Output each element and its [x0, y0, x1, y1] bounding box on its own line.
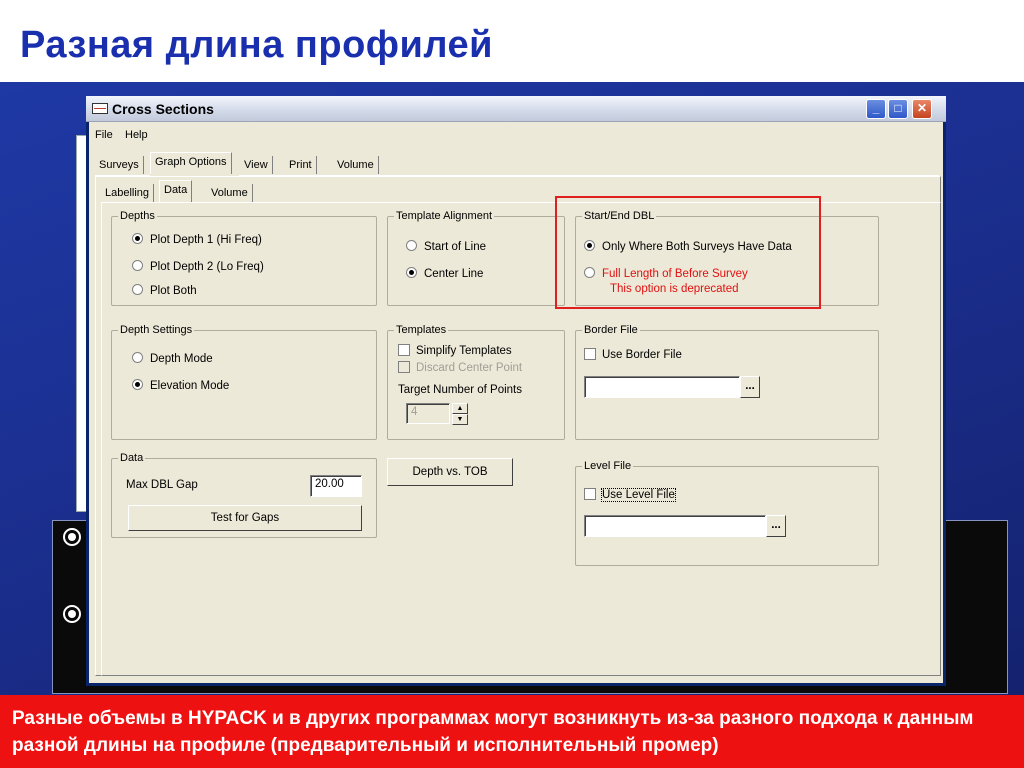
- menu-help[interactable]: Help: [125, 129, 148, 141]
- template-alignment-label: Template Alignment: [394, 210, 494, 222]
- radio-plot-depth-2[interactable]: Plot Depth 2 (Lo Freq): [132, 260, 264, 273]
- target-points-label: Target Number of Points: [398, 384, 523, 396]
- template-alignment-group: Template Alignment Start of Line Center …: [387, 210, 565, 306]
- close-button[interactable]: ✕: [912, 99, 932, 119]
- radio-plot-depth-1[interactable]: Plot Depth 1 (Hi Freq): [132, 233, 262, 246]
- use-border-file-checkbox[interactable]: Use Border File: [584, 348, 682, 361]
- minimize-button[interactable]: _: [866, 99, 886, 119]
- spin-up-button[interactable]: ▲: [452, 403, 468, 414]
- menu-bar: File Help: [89, 126, 943, 144]
- radio-selected-icon: [132, 233, 143, 244]
- menu-file[interactable]: File: [95, 129, 113, 141]
- depths-group: Depths Plot Depth 1 (Hi Freq) Plot Depth…: [111, 210, 377, 306]
- depths-group-label: Depths: [118, 210, 157, 222]
- bullet-icon: [63, 528, 81, 546]
- border-file-browse-button[interactable]: ...: [740, 376, 760, 398]
- subtab-data[interactable]: Data: [159, 180, 193, 202]
- slide-title: Разная длина профилей: [20, 24, 494, 66]
- checkbox-icon: [584, 488, 596, 500]
- checkbox-icon: [398, 344, 410, 356]
- radio-center-line[interactable]: Center Line: [406, 267, 483, 280]
- spin-down-button[interactable]: ▼: [452, 414, 468, 425]
- checkbox-icon: [584, 348, 596, 360]
- tab-print[interactable]: Print: [285, 156, 317, 174]
- depth-settings-label: Depth Settings: [118, 324, 195, 336]
- use-level-file-checkbox[interactable]: Use Level File: [584, 488, 676, 502]
- highlight-annotation: [555, 196, 821, 309]
- checkbox-icon: [398, 361, 410, 373]
- templates-group: Templates Simplify Templates Discard Cen…: [387, 324, 565, 440]
- border-file-path-input[interactable]: [584, 376, 740, 398]
- tab-surveys[interactable]: Surveys: [95, 156, 144, 174]
- data-group: Data Max DBL Gap 20.00 Test for Gaps: [111, 452, 377, 538]
- tab-volume[interactable]: Volume: [333, 156, 379, 174]
- radio-icon: [132, 260, 143, 271]
- data-group-label: Data: [118, 452, 146, 464]
- radio-depth-mode[interactable]: Depth Mode: [132, 352, 213, 365]
- radio-elevation-mode[interactable]: Elevation Mode: [132, 379, 229, 392]
- level-file-group: Level File Use Level File ...: [575, 460, 879, 566]
- tab-graph-options[interactable]: Graph Options: [150, 152, 232, 174]
- radio-icon: [132, 352, 143, 363]
- target-points-input[interactable]: 4: [406, 403, 450, 424]
- window-titlebar[interactable]: Cross Sections _ □ ✕: [86, 96, 946, 122]
- radio-icon: [406, 240, 417, 251]
- max-dbl-gap-input[interactable]: 20.00: [310, 475, 362, 497]
- subtab-volume[interactable]: Volume: [207, 184, 253, 202]
- radio-plot-both[interactable]: Plot Both: [132, 284, 197, 297]
- depth-settings-group: Depth Settings Depth Mode Elevation Mode: [111, 324, 377, 440]
- radio-icon: [132, 284, 143, 295]
- test-for-gaps-button[interactable]: Test for Gaps: [128, 505, 362, 531]
- border-file-label: Border File: [582, 324, 640, 336]
- radio-selected-icon: [132, 379, 143, 390]
- radio-selected-icon: [406, 267, 417, 278]
- discard-center-point-checkbox[interactable]: Discard Center Point: [398, 361, 522, 374]
- level-file-browse-button[interactable]: ...: [766, 515, 786, 537]
- slide-footer-text: Разные объемы в HYPACK и в других програ…: [0, 695, 1024, 768]
- max-dbl-gap-label: Max DBL Gap: [126, 479, 198, 491]
- window-title: Cross Sections: [112, 101, 214, 117]
- level-file-path-input[interactable]: [584, 515, 766, 537]
- subtab-labelling[interactable]: Labelling: [101, 184, 155, 202]
- simplify-templates-checkbox[interactable]: Simplify Templates: [398, 344, 512, 357]
- templates-label: Templates: [394, 324, 449, 336]
- border-file-group: Border File Use Border File ...: [575, 324, 879, 440]
- app-icon: [92, 103, 108, 114]
- level-file-label: Level File: [582, 460, 634, 472]
- depth-vs-tob-button[interactable]: Depth vs. TOB: [387, 458, 513, 486]
- cross-sections-window: Cross Sections _ □ ✕ File Help Surveys G…: [86, 96, 946, 686]
- radio-start-of-line[interactable]: Start of Line: [406, 240, 486, 253]
- tab-view[interactable]: View: [240, 156, 273, 174]
- maximize-button[interactable]: □: [888, 99, 908, 119]
- bullet-icon: [63, 605, 81, 623]
